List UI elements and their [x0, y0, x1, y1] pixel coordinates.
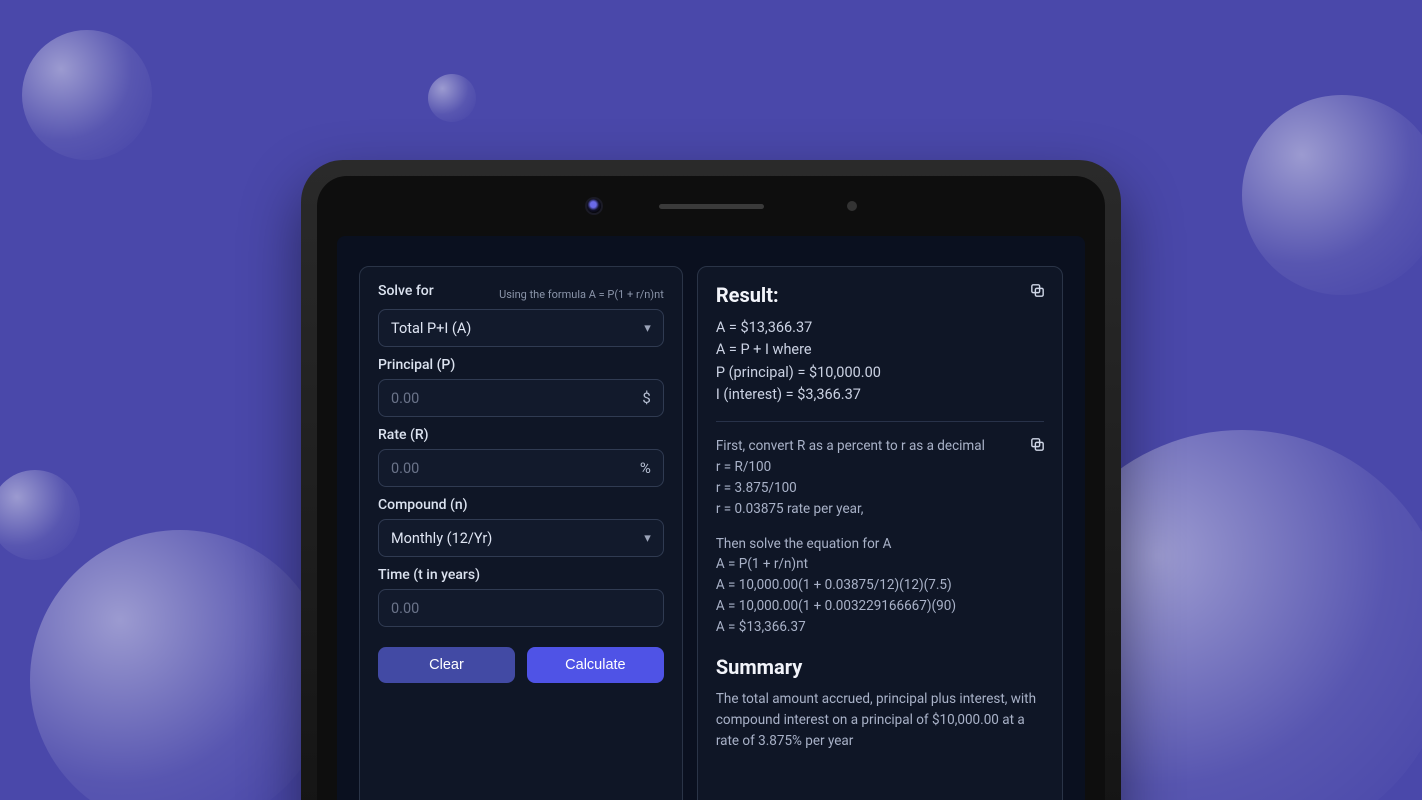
solve-for-select[interactable]: Total P+I (A) ▾ [378, 309, 664, 347]
compound-select[interactable]: Monthly (12/Yr) ▾ [378, 519, 664, 557]
time-field[interactable] [378, 589, 664, 627]
bg-bubble [0, 470, 80, 560]
front-camera-icon [587, 199, 601, 213]
chevron-down-icon: ▾ [644, 321, 651, 336]
sensor-bar [317, 176, 1105, 236]
solve-for-value: Total P+I (A) [391, 320, 471, 337]
work-line: Then solve the equation for A [716, 534, 1044, 555]
light-sensor-icon [847, 201, 857, 211]
principal-label: Principal (P) [378, 357, 664, 373]
work-line: r = 3.875/100 [716, 478, 1044, 499]
tablet-frame: Solve for Using the formula A = P(1 + r/… [301, 160, 1121, 800]
bg-bubble [428, 74, 476, 122]
work-line: A = 10,000.00(1 + 0.03875/12)(12)(7.5) [716, 575, 1044, 596]
result-line: P (principal) = $10,000.00 [716, 362, 1044, 384]
work-line: r = R/100 [716, 457, 1044, 478]
principal-field[interactable]: $ [378, 379, 664, 417]
work-line: A = 10,000.00(1 + 0.003229166667)(90) [716, 596, 1044, 617]
time-input[interactable] [391, 600, 651, 617]
app-screen: Solve for Using the formula A = P(1 + r/… [337, 236, 1085, 800]
rate-input[interactable] [391, 460, 632, 477]
rate-label: Rate (R) [378, 427, 664, 443]
bg-bubble [1242, 95, 1422, 295]
copy-icon [1029, 436, 1046, 457]
result-title: Result: [716, 283, 1044, 307]
work-section: First, convert R as a percent to r as a … [716, 422, 1044, 752]
clear-button[interactable]: Clear [378, 647, 515, 683]
chevron-down-icon: ▾ [644, 531, 651, 546]
bg-bubble [22, 30, 152, 160]
calculate-button-label: Calculate [565, 657, 625, 673]
copy-result-button[interactable] [1026, 281, 1048, 303]
bg-bubble [30, 530, 330, 800]
copy-icon [1029, 282, 1046, 303]
solve-for-label: Solve for [378, 283, 434, 299]
work-line: First, convert R as a percent to r as a … [716, 436, 1044, 457]
copy-work-button[interactable] [1026, 435, 1048, 457]
calculate-button[interactable]: Calculate [527, 647, 664, 683]
result-line: A = $13,366.37 [716, 317, 1044, 339]
result-panel: Result: A = $13,366.37 A = P + I where P… [697, 266, 1063, 800]
rate-field[interactable]: % [378, 449, 664, 487]
result-lines: A = $13,366.37 A = P + I where P (princi… [716, 317, 1044, 422]
work-line: A = P(1 + r/n)nt [716, 554, 1044, 575]
dollar-suffix: $ [642, 389, 650, 407]
speaker-grille-icon [659, 204, 764, 209]
summary-title: Summary [716, 652, 1044, 683]
work-line: A = $13,366.37 [716, 617, 1044, 638]
input-panel: Solve for Using the formula A = P(1 + r/… [359, 266, 683, 800]
compound-value: Monthly (12/Yr) [391, 530, 492, 547]
result-line: A = P + I where [716, 339, 1044, 361]
compound-label: Compound (n) [378, 497, 664, 513]
tablet-bezel: Solve for Using the formula A = P(1 + r/… [317, 176, 1105, 800]
percent-suffix: % [640, 459, 651, 477]
formula-hint: Using the formula A = P(1 + r/n)nt [499, 288, 664, 301]
clear-button-label: Clear [429, 657, 464, 673]
work-line: r = 0.03875 rate per year, [716, 499, 1044, 520]
result-line: I (interest) = $3,366.37 [716, 384, 1044, 406]
principal-input[interactable] [391, 390, 634, 407]
summary-text: The total amount accrued, principal plus… [716, 689, 1044, 752]
time-label: Time (t in years) [378, 567, 664, 583]
